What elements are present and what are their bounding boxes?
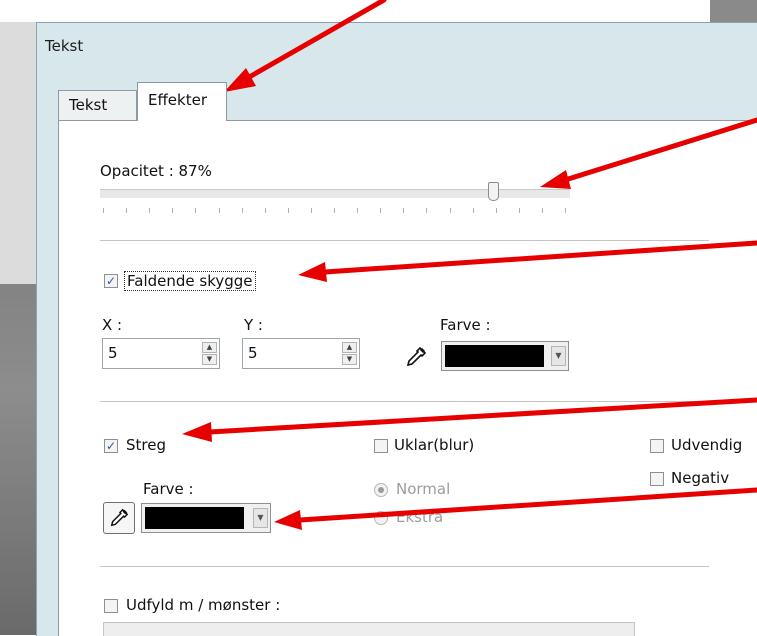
shadow-y-stepper[interactable]: 5 ▲ ▼	[242, 338, 360, 369]
slider-tick	[380, 208, 382, 213]
negative-checkbox[interactable]	[650, 472, 664, 486]
shadow-x-up-button[interactable]: ▲	[202, 342, 217, 353]
slider-tick	[334, 208, 335, 213]
outer-label: Udvendig	[671, 436, 743, 454]
blur-normal-radio[interactable]	[374, 483, 388, 497]
fill-pattern-label: Udfyld m / mønster :	[126, 596, 281, 614]
stroke-label: Streg	[126, 436, 166, 454]
shadow-y-down-button[interactable]: ▼	[342, 354, 357, 365]
blur-label: Uklar(blur)	[394, 436, 475, 454]
background-panel-left	[0, 22, 36, 284]
slider-tick	[103, 208, 104, 213]
shadow-x-label: X :	[102, 316, 123, 334]
slider-tick	[357, 208, 359, 213]
shadow-color-combo[interactable]: ▼	[441, 341, 569, 371]
slider-tick	[264, 208, 266, 213]
separator	[100, 401, 709, 402]
stroke-color-swatch	[145, 507, 244, 529]
stroke-color-label: Farve :	[143, 480, 194, 498]
drop-shadow-checkbox[interactable]: ✓	[104, 274, 118, 288]
shadow-x-down-button[interactable]: ▼	[202, 354, 217, 365]
slider-tick	[449, 208, 451, 213]
stroke-checkbox[interactable]: ✓	[104, 439, 118, 453]
slider-tick	[426, 208, 428, 213]
slider-tick	[126, 208, 128, 213]
slider-tick	[472, 208, 474, 213]
eyedropper-icon	[110, 508, 129, 527]
blur-normal-label: Normal	[396, 480, 451, 498]
slider-tick	[518, 208, 520, 213]
slider-tick	[172, 208, 174, 213]
stroke-color-combo[interactable]: ▼	[141, 503, 271, 533]
desktop-background	[0, 0, 757, 22]
blur-extra-label: Ekstra	[396, 508, 444, 526]
negative-label: Negativ	[671, 469, 730, 487]
slider-tick	[218, 208, 220, 213]
tab-effekter[interactable]: Effekter	[137, 82, 227, 121]
slider-tick	[195, 208, 197, 213]
background-window-edge	[710, 0, 757, 22]
tab-tekst[interactable]: Tekst	[58, 90, 137, 121]
shadow-x-value: 5	[108, 344, 118, 362]
shadow-y-label: Y :	[244, 316, 263, 334]
shadow-color-label: Farve :	[440, 316, 491, 334]
fill-pattern-checkbox[interactable]	[104, 599, 118, 613]
shadow-y-value: 5	[248, 344, 258, 362]
slider-tick	[541, 208, 543, 213]
tab-strip: Tekst Effekter	[58, 82, 757, 121]
shadow-y-up-button[interactable]: ▲	[342, 342, 357, 353]
outer-checkbox[interactable]	[650, 439, 664, 453]
slider-tick	[495, 208, 497, 213]
drop-shadow-label: Faldende skygge	[124, 271, 256, 291]
separator	[100, 240, 709, 241]
slider-tick	[241, 208, 243, 213]
slider-tick	[287, 208, 289, 213]
shadow-x-stepper[interactable]: 5 ▲ ▼	[102, 338, 220, 369]
opacity-slider-track[interactable]	[100, 189, 570, 198]
opacity-label: Opacitet : 87%	[100, 162, 212, 180]
blur-extra-radio[interactable]	[374, 511, 388, 525]
slider-tick	[403, 208, 405, 213]
blur-checkbox[interactable]	[374, 439, 388, 453]
shadow-eyedropper-icon[interactable]	[405, 346, 427, 371]
slider-tick	[310, 208, 312, 213]
separator	[100, 566, 709, 567]
chevron-down-icon[interactable]: ▼	[551, 346, 566, 366]
fill-pattern-field[interactable]	[103, 622, 635, 636]
slider-tick	[565, 208, 566, 213]
stroke-eyedropper-button[interactable]	[103, 502, 135, 534]
opacity-slider-thumb[interactable]	[487, 182, 499, 201]
slider-tick	[149, 208, 151, 213]
chevron-down-icon[interactable]: ▼	[253, 508, 268, 528]
opacity-slider-ticks	[103, 208, 567, 214]
window-title: Tekst	[45, 37, 84, 55]
shadow-color-swatch	[445, 345, 544, 367]
